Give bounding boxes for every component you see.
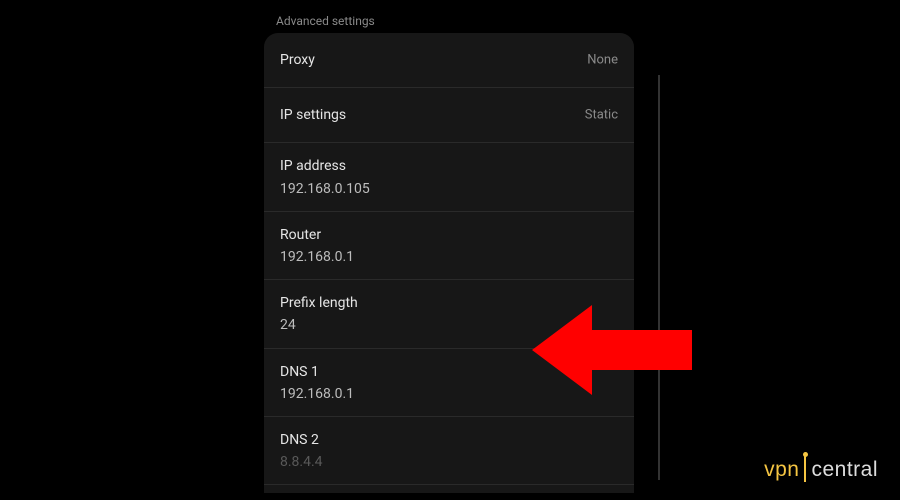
dns1-value: 192.168.0.1	[280, 385, 618, 403]
ip-settings-value: Static	[585, 108, 618, 123]
advanced-settings-panel: Proxy None IP settings Static IP address…	[264, 33, 634, 493]
prefix-length-value: 24	[280, 316, 618, 334]
row-prefix-length[interactable]: Prefix length 24	[264, 280, 634, 348]
watermark-divider-icon	[800, 457, 810, 483]
row-ip-address[interactable]: IP address 192.168.0.105	[264, 143, 634, 211]
row-dns1[interactable]: DNS 1 192.168.0.1	[264, 349, 634, 417]
scrollbar[interactable]	[658, 75, 660, 480]
dns1-label: DNS 1	[280, 363, 618, 381]
row-privacy[interactable]: Privacy Use random MAC address	[264, 485, 634, 493]
ip-settings-label: IP settings	[280, 106, 618, 124]
row-proxy[interactable]: Proxy None	[264, 33, 634, 88]
router-value: 192.168.0.1	[280, 248, 618, 266]
dns2-label: DNS 2	[280, 431, 618, 449]
proxy-value: None	[587, 53, 618, 68]
ip-address-value: 192.168.0.105	[280, 180, 618, 198]
ip-address-label: IP address	[280, 157, 618, 175]
router-label: Router	[280, 226, 618, 244]
row-ip-settings[interactable]: IP settings Static	[264, 88, 634, 143]
prefix-length-label: Prefix length	[280, 294, 618, 312]
watermark-logo: vpn central	[764, 457, 878, 483]
dns2-value: 8.8.4.4	[280, 453, 618, 471]
row-router[interactable]: Router 192.168.0.1	[264, 212, 634, 280]
watermark-part1: vpn	[764, 458, 799, 482]
watermark-part2: central	[811, 458, 878, 482]
row-dns2[interactable]: DNS 2 8.8.4.4	[264, 417, 634, 485]
section-title: Advanced settings	[276, 14, 375, 28]
proxy-label: Proxy	[280, 51, 618, 69]
